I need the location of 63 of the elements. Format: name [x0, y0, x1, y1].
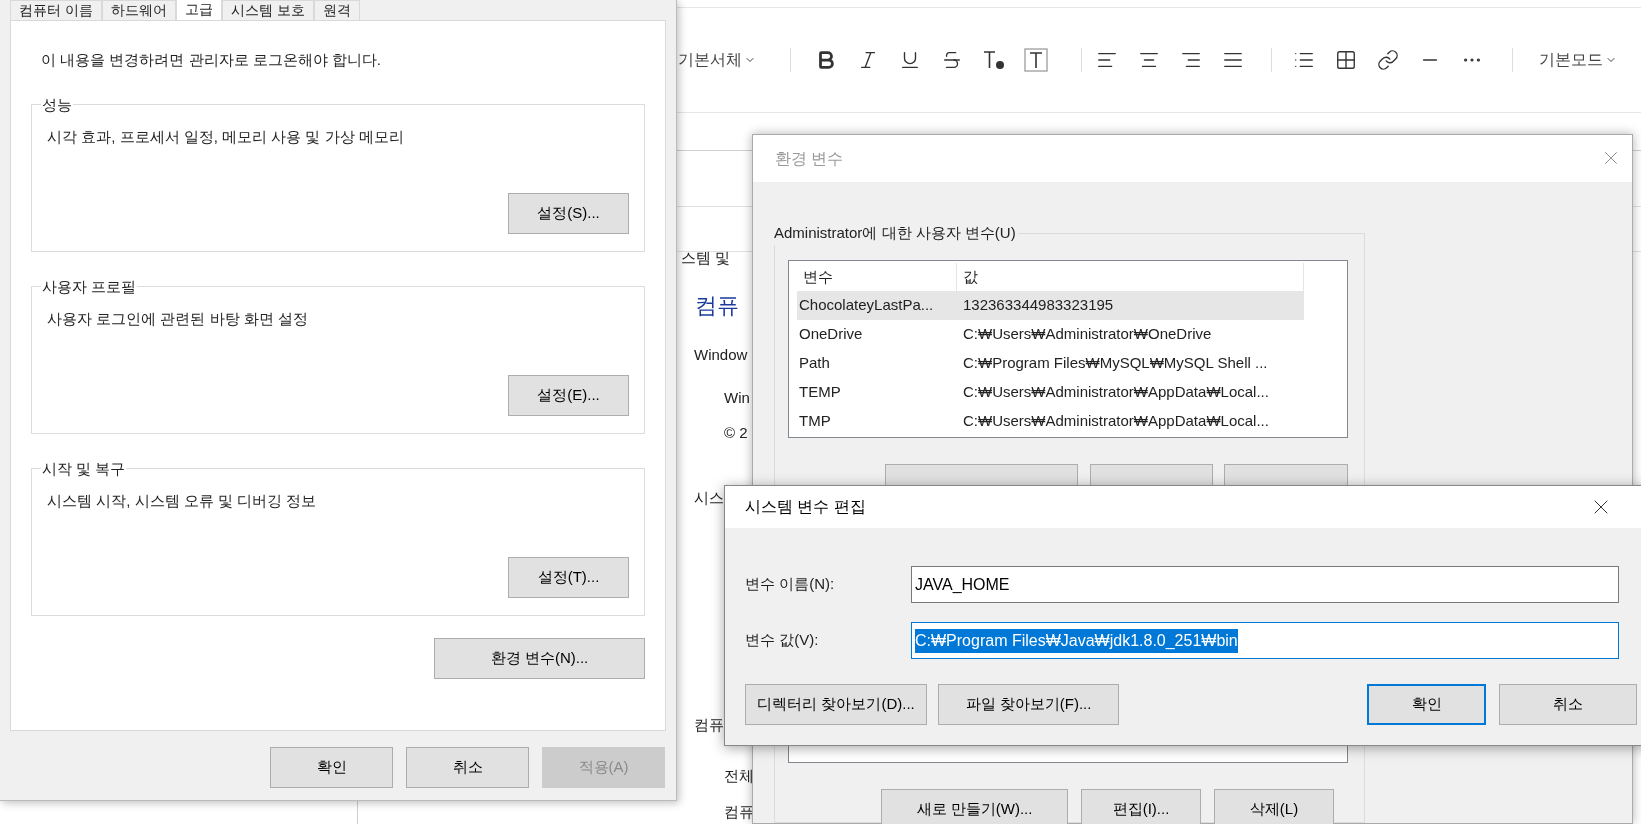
info-text: 컴퓨	[724, 802, 754, 822]
variable-value: C:₩Users₩Administrator₩AppData₩Local...	[962, 382, 1270, 403]
info-text: 스템 및	[681, 248, 731, 268]
settings-button[interactable]: 설정(E)...	[508, 374, 629, 416]
table-icon[interactable]	[1335, 49, 1357, 71]
dialog-button[interactable]: 취소	[406, 747, 529, 788]
group-title: 성능	[41, 94, 73, 115]
group-description: 시스템 시작, 시스템 오류 및 디버깅 정보	[47, 491, 318, 511]
environment-variables-button[interactable]: 환경 변수(N)...	[434, 637, 645, 679]
variable-name: OneDrive	[798, 324, 864, 345]
variable-value: C:₩Users₩Administrator₩OneDrive	[962, 324, 1213, 345]
tab[interactable]: 하드웨어	[101, 0, 176, 20]
info-text: 시스	[694, 488, 724, 508]
info-text: 컴퓨	[694, 715, 724, 735]
info-text: © 2	[724, 423, 748, 443]
info-text: Window	[694, 345, 748, 365]
delete-button[interactable]: 삭제(L)	[1214, 789, 1334, 824]
link-icon[interactable]	[1377, 49, 1399, 71]
list-row[interactable]: Path C:₩Program Files₩MySQL₩MySQL Shell ...	[797, 349, 1304, 378]
settings-button[interactable]: 설정(S)...	[508, 192, 629, 234]
tab[interactable]: 컴퓨터 이름	[10, 0, 102, 20]
input-field[interactable]: C:₩Program Files₩Java₩jdk1.8.0_251₩bin	[911, 622, 1619, 659]
group-title: 시작 및 복구	[41, 458, 127, 479]
mode-menu[interactable]: 기본모드	[1539, 48, 1617, 72]
text-background-icon[interactable]	[1024, 48, 1048, 72]
tab[interactable]: 시스템 보호	[221, 0, 314, 20]
browse-directory-button[interactable]: 디렉터리 찾아보기(D)...	[745, 684, 927, 725]
variable-value: C:₩Program Files₩MySQL₩MySQL Shell ...	[962, 353, 1269, 374]
group-title: 사용자 프로필	[41, 276, 138, 297]
browse-file-button[interactable]: 파일 찾아보기(F)...	[938, 684, 1119, 725]
variable-name: ChocolateyLastPa...	[798, 295, 935, 316]
strikethrough-icon[interactable]	[941, 49, 963, 71]
list-row[interactable]: ChocolateyLastPa... 132363344983323195	[797, 291, 1304, 320]
ok-button[interactable]: 확인	[1367, 684, 1486, 725]
tab[interactable]: 원격	[313, 0, 360, 20]
info-text: 전체	[724, 766, 754, 786]
group-description: 시각 효과, 프로세서 일정, 메모리 사용 및 가상 메모리	[47, 127, 405, 147]
dialog-button[interactable]: 확인	[270, 747, 393, 788]
variable-name: TEMP	[798, 382, 842, 403]
edit-button[interactable]: 편집(I)...	[1081, 789, 1201, 824]
text-color-icon[interactable]	[982, 49, 1006, 71]
new-button[interactable]: 새로 만들기(W)...	[881, 789, 1068, 824]
variable-value: 132363344983323195	[962, 295, 1115, 316]
settings-button[interactable]: 설정(T)...	[508, 556, 629, 598]
group-description: 사용자 로그인에 관련된 바탕 화면 설정	[47, 309, 309, 329]
list-row[interactable]: TEMP C:₩Users₩Administrator₩AppData₩Local...	[797, 378, 1304, 407]
cancel-button[interactable]: 취소	[1499, 684, 1637, 725]
window-title: 환경 변수	[775, 148, 844, 169]
info-text: Win	[724, 388, 750, 408]
field-label: 변수 이름(N):	[745, 574, 836, 595]
input-field[interactable]: JAVA_HOME	[911, 566, 1619, 603]
window-title: 시스템 변수 편집	[745, 497, 866, 517]
page-heading: 컴퓨	[695, 292, 739, 320]
list-row[interactable]: OneDrive C:₩Users₩Administrator₩OneDrive	[797, 320, 1304, 349]
tab[interactable]: 고급	[175, 0, 222, 20]
font-menu[interactable]: 기본서체	[678, 48, 768, 72]
field-label: 변수 값(V):	[745, 630, 820, 651]
variable-name: Path	[798, 353, 831, 374]
notice-text: 이 내용을 변경하려면 관리자로 로그온해야 합니다.	[40, 50, 382, 70]
variable-name: TMP	[798, 411, 832, 432]
underline-icon[interactable]	[899, 49, 921, 71]
variable-value: C:₩Users₩Administrator₩AppData₩Local...	[962, 411, 1270, 432]
list-row[interactable]: TMP C:₩Users₩Administrator₩AppData₩Local...	[797, 407, 1304, 436]
